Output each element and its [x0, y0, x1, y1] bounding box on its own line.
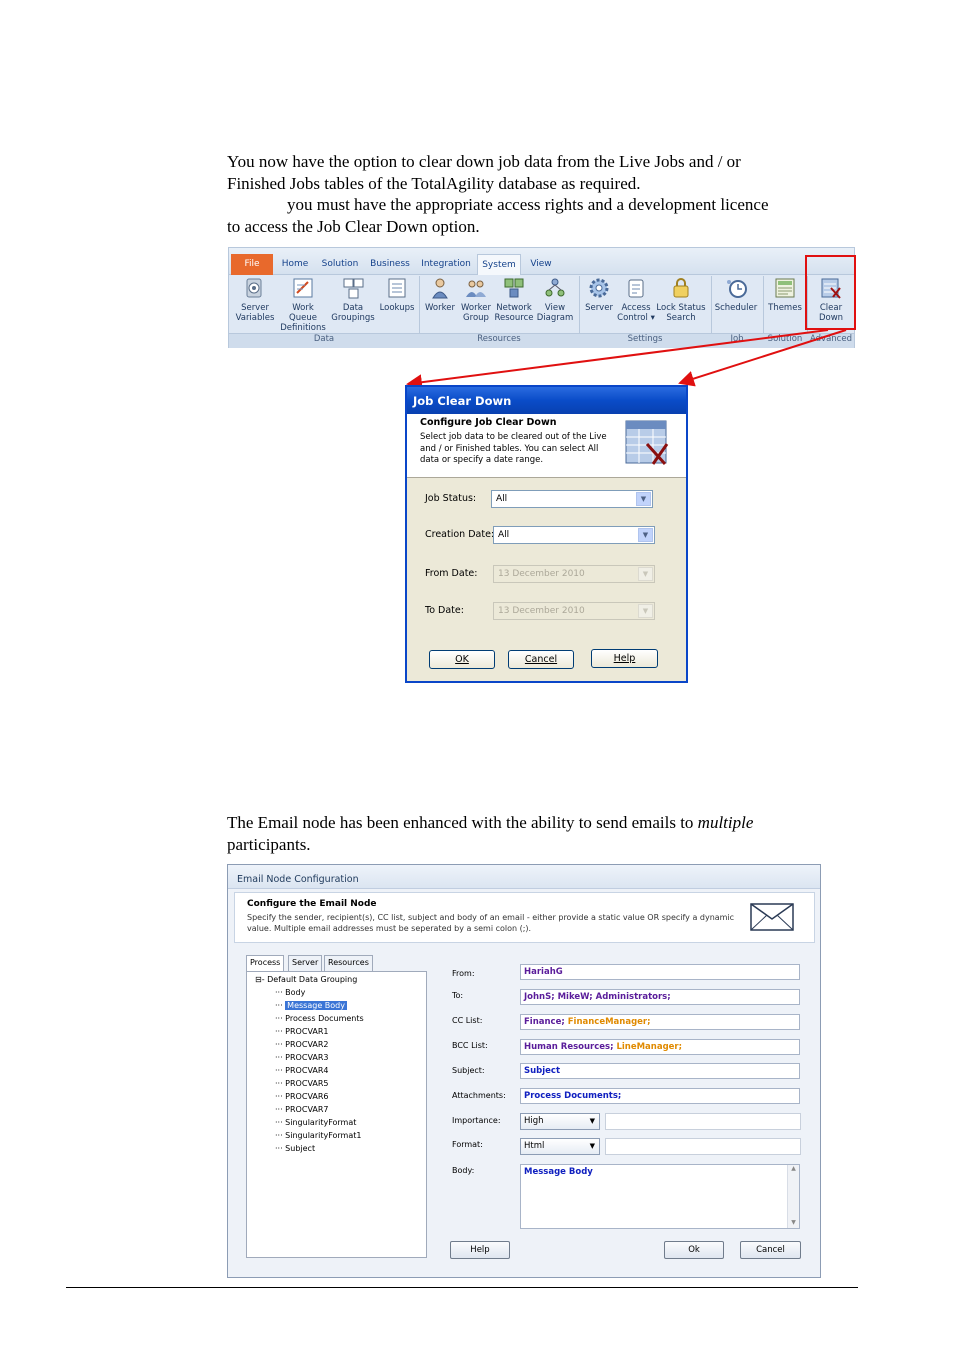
tree-item[interactable]: ··· PROCVAR7: [275, 1105, 329, 1114]
tree-item[interactable]: ··· Body: [275, 988, 305, 997]
email-header-description: Specify the sender, recipient(s), CC lis…: [247, 913, 735, 933]
importance-dynamic-field[interactable]: [605, 1113, 801, 1130]
body-field[interactable]: Message Body ▲ ▼: [520, 1164, 800, 1229]
tree-item[interactable]: ··· PROCVAR6: [275, 1092, 329, 1101]
chevron-down-icon: ▼: [636, 492, 651, 506]
ok-button[interactable]: OK: [429, 650, 495, 669]
importance-select[interactable]: High ▼: [520, 1113, 600, 1130]
to-field[interactable]: JohnS; MikeW; Administrators;: [520, 989, 800, 1005]
dropdown-arrow-icon: ▼: [589, 1117, 595, 1125]
to-date-label: To Date:: [425, 605, 464, 616]
cc-label: CC List:: [452, 1016, 483, 1025]
tree-item[interactable]: ··· Subject: [275, 1144, 315, 1153]
tab-process[interactable]: Process: [246, 955, 285, 972]
email-dialog-header: Configure the Email Node Specify the sen…: [234, 892, 815, 943]
from-date-label: From Date:: [425, 568, 478, 579]
format-select[interactable]: Html ▼: [520, 1138, 600, 1155]
tree-item[interactable]: ··· PROCVAR5: [275, 1079, 329, 1088]
cc-field[interactable]: Finance; FinanceManager;: [520, 1014, 800, 1030]
tree-item[interactable]: ··· PROCVAR3: [275, 1053, 329, 1062]
body-scrollbar[interactable]: ▲ ▼: [787, 1165, 799, 1228]
chevron-down-icon: ▼: [638, 528, 653, 542]
chevron-down-icon: ▼: [638, 604, 653, 618]
chevron-down-icon: ▼: [638, 567, 653, 581]
job-status-select[interactable]: All ▼: [491, 490, 653, 508]
to-date-picker[interactable]: 13 December 2010 ▼: [493, 602, 655, 620]
data-grouping-tree: ⊟- Default Data Grouping ··· Body ··· Me…: [246, 971, 427, 1258]
tab-server[interactable]: Server: [288, 955, 323, 971]
help-button[interactable]: Help: [591, 649, 658, 668]
tree-item[interactable]: ··· SingularityFormat1: [275, 1131, 361, 1140]
importance-label: Importance:: [452, 1116, 501, 1125]
footer-rule: [66, 1287, 858, 1288]
email-help-button[interactable]: Help: [450, 1241, 510, 1259]
email-dialog-title: Email Node Configuration: [228, 865, 820, 889]
subject-label: Subject:: [452, 1066, 485, 1075]
tree-item-selected[interactable]: ··· Message Body: [275, 1001, 347, 1010]
to-label: To:: [452, 991, 464, 1000]
clear-down-table-icon: [625, 420, 669, 470]
from-field[interactable]: HariahG: [520, 964, 800, 980]
attachments-field[interactable]: Process Documents;: [520, 1088, 800, 1104]
bcc-label: BCC List:: [452, 1041, 488, 1050]
format-label: Format:: [452, 1140, 483, 1149]
from-label: From:: [452, 969, 475, 978]
format-dynamic-field[interactable]: [605, 1138, 801, 1155]
email-ok-button[interactable]: Ok: [664, 1241, 724, 1259]
creation-date-select[interactable]: All ▼: [493, 526, 655, 544]
envelope-icon: [750, 903, 794, 935]
email-cancel-button[interactable]: Cancel: [740, 1241, 801, 1259]
subject-field[interactable]: Subject: [520, 1063, 800, 1079]
header-title: Configure Job Clear Down: [420, 417, 557, 428]
bcc-field[interactable]: Human Resources; LineManager;: [520, 1039, 800, 1055]
tree-item[interactable]: ··· PROCVAR2: [275, 1040, 329, 1049]
tree-item[interactable]: ··· SingularityFormat: [275, 1118, 356, 1127]
dialog-header: Configure Job Clear Down Select job data…: [407, 414, 686, 478]
cancel-button[interactable]: Cancel: [508, 650, 574, 669]
tree-item[interactable]: ··· Process Documents: [275, 1014, 364, 1023]
body-label: Body:: [452, 1166, 475, 1175]
from-date-picker[interactable]: 13 December 2010 ▼: [493, 565, 655, 583]
creation-date-label: Creation Date:: [425, 529, 495, 540]
email-header-title: Configure the Email Node: [247, 899, 377, 909]
dropdown-arrow-icon: ▼: [589, 1142, 595, 1150]
email-intro-line-2: participants.: [227, 835, 311, 854]
attachments-label: Attachments:: [452, 1091, 506, 1100]
tab-resources[interactable]: Resources: [324, 955, 373, 971]
tree-item[interactable]: ··· PROCVAR1: [275, 1027, 329, 1036]
job-clear-down-dialog: Job Clear Down Configure Job Clear Down …: [405, 385, 688, 683]
header-description: Select job data to be cleared out of the…: [420, 432, 607, 465]
email-intro-line-1: The Email node has been enhanced with th…: [227, 813, 754, 832]
tree-item[interactable]: ··· PROCVAR4: [275, 1066, 329, 1075]
job-status-label: Job Status:: [425, 493, 477, 504]
email-node-dialog: Email Node Configuration Configure the E…: [227, 864, 821, 1278]
dialog-title: Job Clear Down: [407, 387, 686, 414]
tree-root[interactable]: ⊟- Default Data Grouping: [255, 975, 357, 984]
